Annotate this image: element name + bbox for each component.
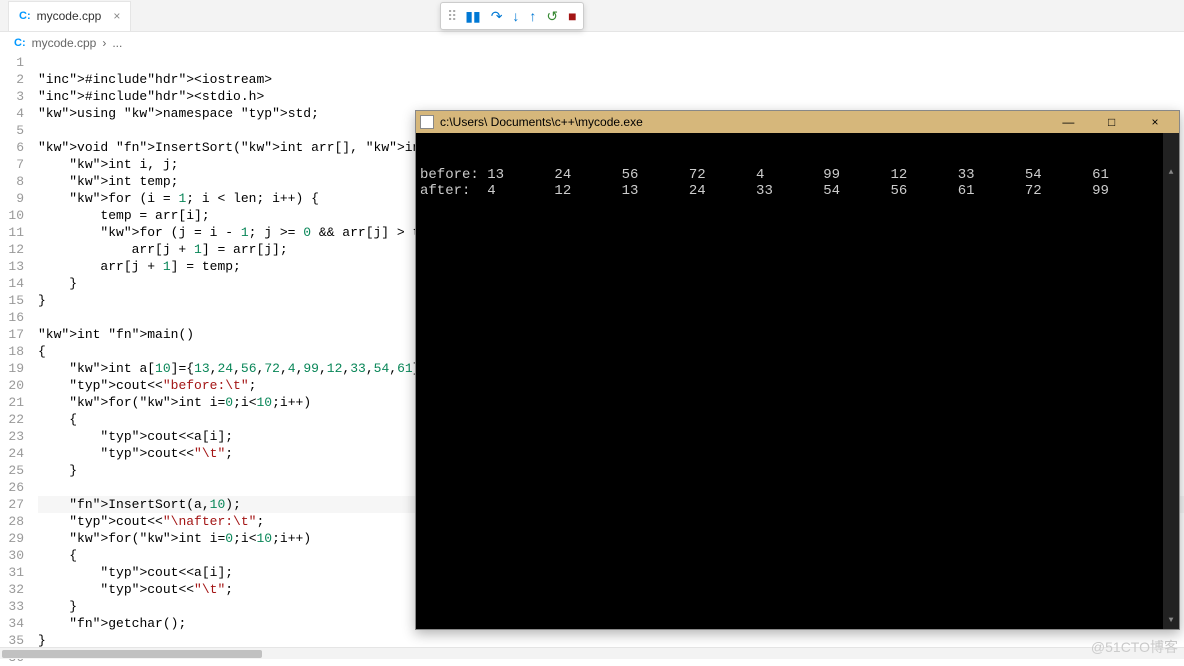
restart-button[interactable]: ↺ (546, 8, 558, 25)
close-icon[interactable]: × (113, 9, 120, 23)
tab-label: mycode.cpp (37, 9, 102, 23)
cpp-file-icon: C: (19, 10, 31, 22)
pause-button[interactable]: ▮▮ (465, 8, 480, 25)
horizontal-scrollbar[interactable] (0, 647, 1184, 659)
console-row: before: 13 24 56 72 4 99 12 33 54 61 (420, 167, 1175, 183)
cpp-file-icon: C: (14, 37, 26, 49)
breadcrumb-more[interactable]: ... (112, 36, 122, 50)
chevron-right-icon: › (102, 36, 106, 50)
debug-toolbar[interactable]: ⠿ ▮▮ ↷ ↓ ↑ ↺ ■ (440, 2, 584, 30)
close-button[interactable]: × (1135, 115, 1175, 129)
console-title-path: c:\Users\ Documents\c++\mycode.exe (440, 115, 1048, 129)
scroll-down-icon[interactable]: ▼ (1163, 613, 1179, 629)
scroll-up-icon[interactable]: ▲ (1163, 165, 1179, 181)
console-row: after: 4 12 13 24 33 54 56 61 72 99 (420, 183, 1175, 199)
scrollbar-thumb[interactable] (2, 650, 262, 658)
breadcrumb-file[interactable]: mycode.cpp (32, 36, 97, 50)
step-over-button[interactable]: ↷ (491, 8, 503, 25)
console-titlebar[interactable]: c:\Users\ Documents\c++\mycode.exe — □ × (416, 111, 1179, 133)
minimize-button[interactable]: — (1048, 115, 1088, 129)
maximize-button[interactable]: □ (1092, 115, 1132, 129)
line-gutter: 1234567891011121314151617181920212223242… (0, 54, 38, 666)
exe-icon (420, 115, 434, 129)
step-into-button[interactable]: ↓ (512, 8, 519, 24)
code-line[interactable]: "inc">#include"hdr"><stdio.h> (38, 88, 1184, 105)
console-output[interactable]: before: 13 24 56 72 4 99 12 33 54 61 aft… (416, 133, 1179, 629)
code-line[interactable] (38, 54, 1184, 71)
watermark: @51CTO博客 (1091, 637, 1178, 657)
console-window[interactable]: c:\Users\ Documents\c++\mycode.exe — □ ×… (415, 110, 1180, 630)
stop-button[interactable]: ■ (568, 8, 576, 24)
tab-bar: C: mycode.cpp × (0, 0, 1184, 32)
code-line[interactable]: "inc">#include"hdr"><iostream> (38, 71, 1184, 88)
step-out-button[interactable]: ↑ (529, 8, 536, 24)
grip-icon[interactable]: ⠿ (447, 8, 455, 25)
tab-mycode[interactable]: C: mycode.cpp × (8, 1, 131, 31)
breadcrumb[interactable]: C: mycode.cpp › ... (0, 32, 1184, 54)
console-scrollbar[interactable]: ▲ ▼ (1163, 133, 1179, 629)
